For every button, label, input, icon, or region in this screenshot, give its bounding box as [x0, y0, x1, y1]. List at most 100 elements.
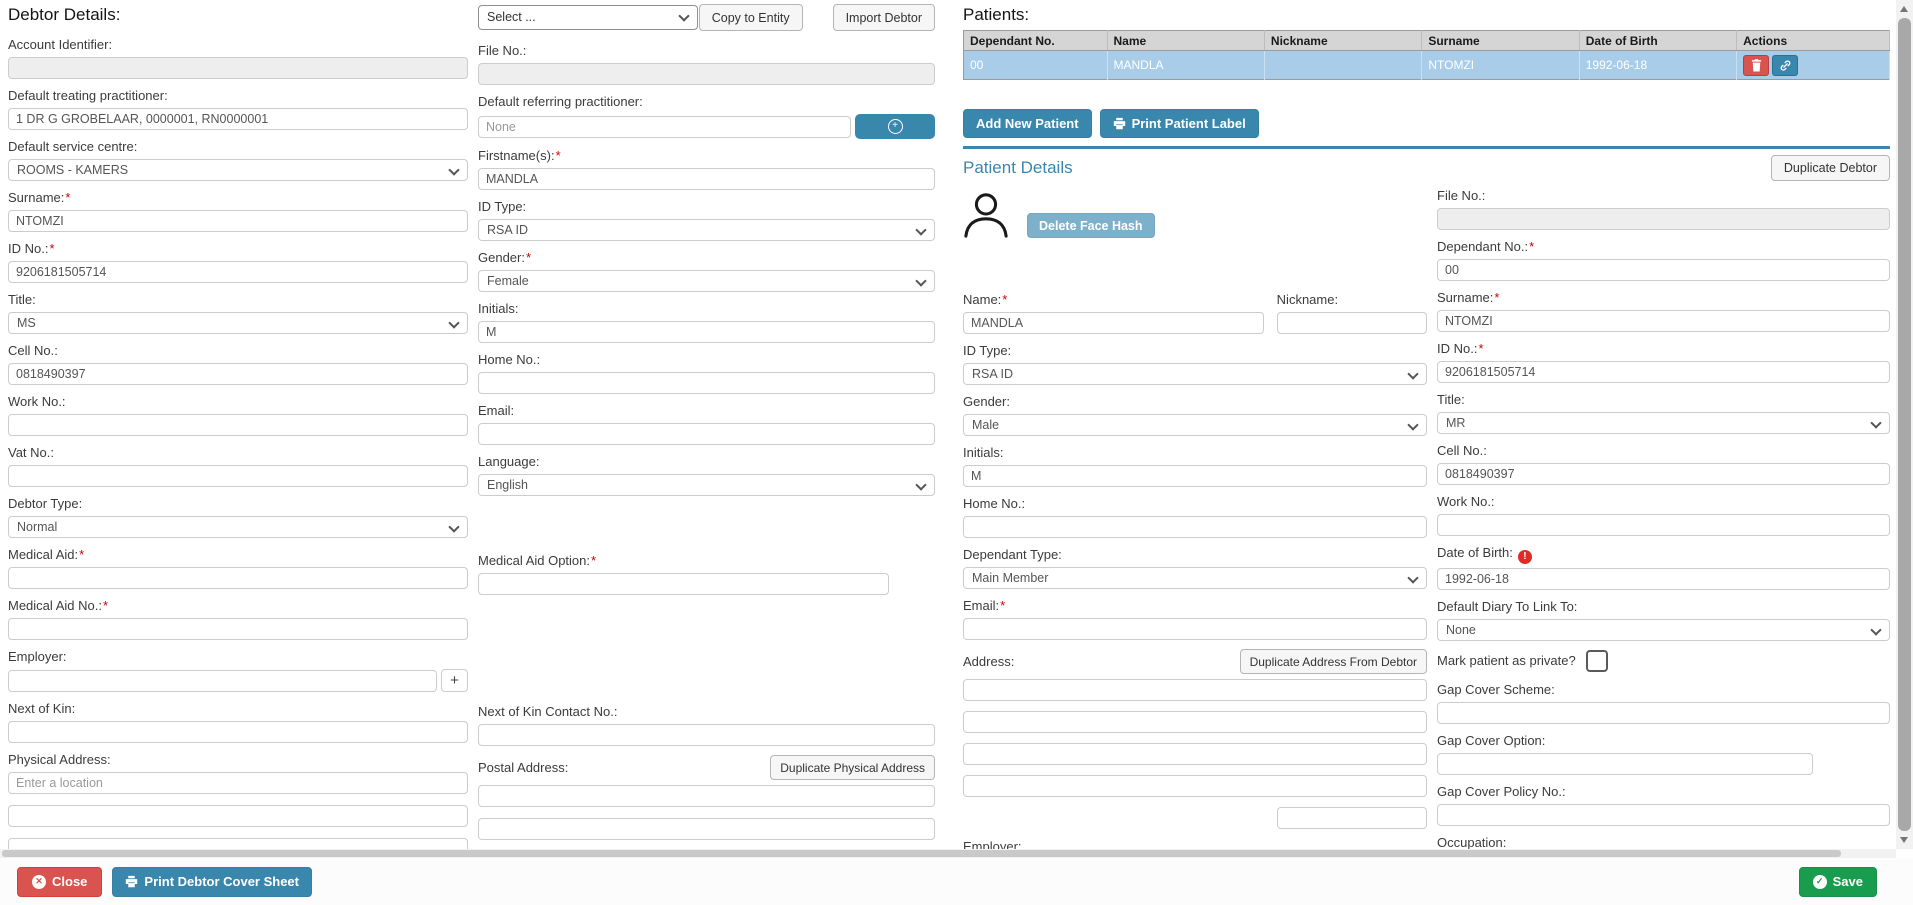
field-gap-cover-option: Gap Cover Option: [1437, 733, 1890, 775]
patient-cell-no-input[interactable] [1437, 463, 1890, 485]
date-of-birth-input[interactable] [1437, 568, 1890, 590]
scroll-up-icon[interactable] [1900, 6, 1908, 12]
copy-to-entity-button[interactable]: Copy to Entity [699, 4, 803, 31]
debtor-gender-select[interactable]: Female [478, 270, 935, 292]
medical-aid-option-input[interactable] [478, 573, 889, 595]
language-select[interactable]: English [478, 474, 935, 496]
scroll-down-icon[interactable] [1900, 837, 1908, 843]
entity-select[interactable]: Select ... [478, 5, 698, 30]
physical-address-block: Physical Address: [8, 752, 468, 849]
field-label: Dependant Type: [963, 547, 1062, 562]
duplicate-debtor-button[interactable]: Duplicate Debtor [1771, 155, 1890, 181]
field-default-diary: Default Diary To Link To: None [1437, 599, 1890, 641]
vat-no-input[interactable] [8, 465, 468, 487]
dependant-no-input[interactable] [1437, 259, 1890, 281]
referring-practitioner-input[interactable] [478, 116, 851, 138]
vertical-scrollbar-thumb[interactable] [1898, 18, 1911, 831]
delete-face-hash-button[interactable]: Delete Face Hash [1027, 213, 1155, 238]
chevron-down-icon [1407, 419, 1418, 430]
field-debtor-type: Debtor Type: Normal [8, 496, 468, 538]
patient-row[interactable]: 00 MANDLA NTOMZI 1992-06-18 [964, 51, 1890, 80]
nickname-input[interactable] [1277, 312, 1427, 334]
debtor-top-row: Select ... Copy to Entity Import Debtor [478, 4, 935, 31]
physical-address-line2-input[interactable] [8, 805, 468, 827]
patients-title: Patients: [963, 4, 1890, 25]
patient-gender-select[interactable]: Male [963, 414, 1427, 436]
import-debtor-button[interactable]: Import Debtor [833, 4, 935, 31]
cell-nickname [1264, 51, 1421, 80]
next-of-kin-contact-input[interactable] [478, 724, 935, 746]
patient-address-code-input[interactable] [1277, 807, 1427, 829]
close-circle-icon: ✕ [32, 875, 46, 889]
debtor-initials-input[interactable] [478, 321, 935, 343]
default-diary-select[interactable]: None [1437, 619, 1890, 641]
patient-email-input[interactable] [963, 618, 1427, 640]
cell-dependant-no: 00 [964, 51, 1108, 80]
field-label: ID No.: [8, 241, 48, 256]
physical-address-line1-input[interactable] [8, 772, 468, 794]
debtor-employer-input[interactable] [8, 670, 437, 692]
gap-cover-policy-no-input[interactable] [1437, 804, 1890, 826]
required-asterisk: * [49, 241, 54, 256]
col-date-of-birth: Date of Birth [1579, 31, 1736, 51]
add-referring-practitioner-button[interactable]: + [855, 114, 935, 139]
service-centre-select[interactable]: ROOMS - KAMERS [8, 159, 468, 181]
close-button[interactable]: ✕ Close [17, 867, 102, 897]
print-debtor-cover-sheet-button[interactable]: Print Debtor Cover Sheet [112, 867, 312, 897]
medical-aid-input[interactable] [8, 567, 468, 589]
save-button[interactable]: ✓ Save [1799, 867, 1877, 897]
debtor-cell-no-input[interactable] [8, 363, 468, 385]
firstname-input[interactable] [478, 168, 935, 190]
patient-address-line2-input[interactable] [963, 711, 1427, 733]
debtor-id-type-select[interactable]: RSA ID [478, 219, 935, 241]
patient-id-no-input[interactable] [1437, 361, 1890, 383]
postal-address-line1-input[interactable] [478, 785, 935, 807]
horizontal-scrollbar-thumb[interactable] [2, 850, 1841, 857]
field-occupation: Occupation: [1437, 835, 1890, 849]
delete-patient-button[interactable] [1743, 55, 1769, 76]
cell-surname: NTOMZI [1422, 51, 1579, 80]
patient-title-select[interactable]: MR [1437, 412, 1890, 434]
postal-address-line2-input[interactable] [478, 818, 935, 840]
duplicate-physical-address-button[interactable]: Duplicate Physical Address [770, 755, 935, 780]
chevron-down-icon [915, 275, 926, 286]
patient-initials-input[interactable] [963, 465, 1427, 487]
field-label: Language: [478, 454, 539, 469]
patient-address-line3-input[interactable] [963, 743, 1427, 765]
add-employer-button[interactable]: + [441, 669, 468, 692]
patient-address-line4-input[interactable] [963, 775, 1427, 797]
cell-date-of-birth: 1992-06-18 [1579, 51, 1736, 80]
next-of-kin-input[interactable] [8, 721, 468, 743]
debtor-title-select[interactable]: MS [8, 312, 468, 334]
gap-cover-option-input[interactable] [1437, 753, 1813, 775]
medical-aid-no-input[interactable] [8, 618, 468, 640]
patient-name-input[interactable] [963, 312, 1264, 334]
gap-cover-scheme-input[interactable] [1437, 702, 1890, 724]
patient-surname-input[interactable] [1437, 310, 1890, 332]
patient-file-no-input [1437, 208, 1890, 230]
debtor-type-select[interactable]: Normal [8, 516, 468, 538]
private-checkbox[interactable] [1586, 650, 1608, 672]
patient-work-no-input[interactable] [1437, 514, 1890, 536]
patient-details-title: Patient Details [963, 157, 1073, 178]
patient-address-line1-input[interactable] [963, 679, 1427, 701]
debtor-work-no-input[interactable] [8, 414, 468, 436]
patient-id-type-select[interactable]: RSA ID [963, 363, 1427, 385]
dependant-type-select[interactable]: Main Member [963, 567, 1427, 589]
debtor-email-input[interactable] [478, 423, 935, 445]
link-patient-button[interactable] [1772, 55, 1798, 76]
field-treating-practitioner: Default treating practitioner: [8, 88, 468, 130]
patient-home-no-input[interactable] [963, 516, 1427, 538]
duplicate-address-from-debtor-button[interactable]: Duplicate Address From Debtor [1240, 649, 1427, 674]
debtor-surname-input[interactable] [8, 210, 468, 232]
field-label: Next of Kin Contact No.: [478, 704, 617, 719]
debtor-home-no-input[interactable] [478, 372, 935, 394]
physical-address-line3-input[interactable] [8, 838, 468, 849]
field-label: Gender: [963, 394, 1010, 409]
add-new-patient-button[interactable]: Add New Patient [963, 109, 1092, 138]
print-patient-label-button[interactable]: Print Patient Label [1100, 109, 1259, 138]
field-label: Surname: [8, 190, 64, 205]
treating-practitioner-input[interactable] [8, 108, 468, 130]
debtor-id-no-input[interactable] [8, 261, 468, 283]
field-label: Work No.: [8, 394, 66, 409]
